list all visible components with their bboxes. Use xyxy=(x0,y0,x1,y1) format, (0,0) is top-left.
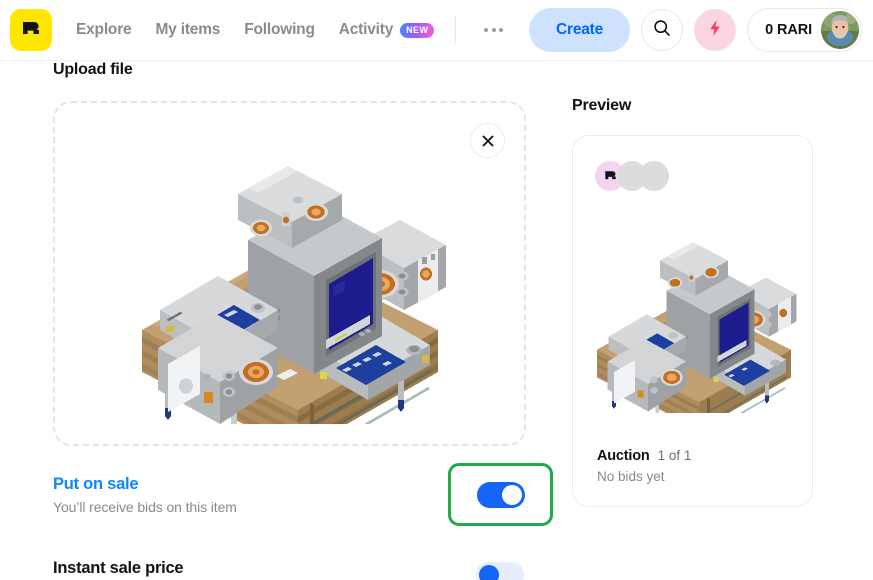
wallet-balance: 0 RARI xyxy=(765,22,812,38)
upload-file-title: Upload file xyxy=(53,61,133,78)
preview-artwork xyxy=(573,198,812,428)
nav-label-explore: Explore xyxy=(76,21,132,38)
put-on-sale-title: Put on sale xyxy=(53,475,139,493)
instant-sale-toggle-wrap xyxy=(476,562,524,580)
remove-file-button[interactable] xyxy=(470,123,505,158)
nav-item-explore[interactable]: Explore xyxy=(76,21,132,39)
preview-card: Auction 1 of 1 No bids yet xyxy=(572,135,813,507)
header-actions: Create 0 RARI xyxy=(529,8,862,52)
preview-avatars xyxy=(595,161,669,191)
nav-item-following[interactable]: Following xyxy=(244,21,315,39)
nav-label-following: Following xyxy=(244,21,315,38)
lightning-bolt-icon xyxy=(707,19,723,42)
instant-sale-row: Instant sale price xyxy=(53,548,553,580)
close-icon xyxy=(482,135,494,147)
retro-entertainment-center-artwork xyxy=(141,165,446,424)
instant-sale-title: Instant sale price xyxy=(53,558,184,577)
retro-entertainment-center-thumbnail xyxy=(596,242,796,413)
rarible-r-logo-icon xyxy=(21,20,41,40)
preview-title: Preview xyxy=(572,97,632,114)
put-on-sale-texts: Put on sale You’ll receive bids on this … xyxy=(53,475,237,515)
nav-label-my-items: My items xyxy=(155,21,221,38)
more-horizontal-icon[interactable] xyxy=(484,28,504,32)
put-on-sale-row: Put on sale You’ll receive bids on this … xyxy=(53,460,553,530)
toggle-knob xyxy=(501,484,522,505)
avatar[interactable] xyxy=(821,11,859,49)
rarible-logo-button[interactable] xyxy=(10,9,52,51)
nav-divider xyxy=(455,16,457,44)
wallet-button[interactable]: 0 RARI xyxy=(747,8,862,52)
rarible-r-logo-icon xyxy=(604,170,616,179)
preview-footer: Auction 1 of 1 No bids yet xyxy=(597,448,691,484)
create-button[interactable]: Create xyxy=(529,8,631,52)
preview-column: Preview Auction 1 of 1 No bids yet xyxy=(572,97,813,507)
auction-label: Auction xyxy=(597,448,650,464)
uploaded-artwork xyxy=(55,103,524,444)
boost-button[interactable] xyxy=(694,9,737,51)
nav-item-activity[interactable]: Activity NEW xyxy=(339,21,435,39)
upload-column: Upload file xyxy=(53,61,526,446)
search-icon xyxy=(653,19,671,42)
preview-auction-line: Auction 1 of 1 xyxy=(597,448,691,464)
edition-count: 1 of 1 xyxy=(657,448,692,463)
bids-status: No bids yet xyxy=(597,469,665,484)
collection-avatar-placeholder xyxy=(639,161,669,191)
main-nav: Explore My items Following Activity NEW xyxy=(76,21,435,39)
nav-item-my-items[interactable]: My items xyxy=(155,21,220,39)
instant-sale-toggle[interactable] xyxy=(476,562,524,580)
top-navigation-bar: Explore My items Following Activity NEW … xyxy=(0,0,873,61)
page-content: Upload file Put on sale You’ll receive b… xyxy=(0,61,873,580)
nav-label-activity: Activity xyxy=(338,21,394,38)
put-on-sale-subtitle: You’ll receive bids on this item xyxy=(53,499,237,515)
put-on-sale-toggle[interactable] xyxy=(476,481,525,508)
upload-dropzone[interactable] xyxy=(53,101,526,446)
toggle-knob xyxy=(479,565,499,580)
new-badge: NEW xyxy=(400,22,435,38)
put-on-sale-highlight xyxy=(448,463,553,526)
search-button[interactable] xyxy=(641,9,684,51)
